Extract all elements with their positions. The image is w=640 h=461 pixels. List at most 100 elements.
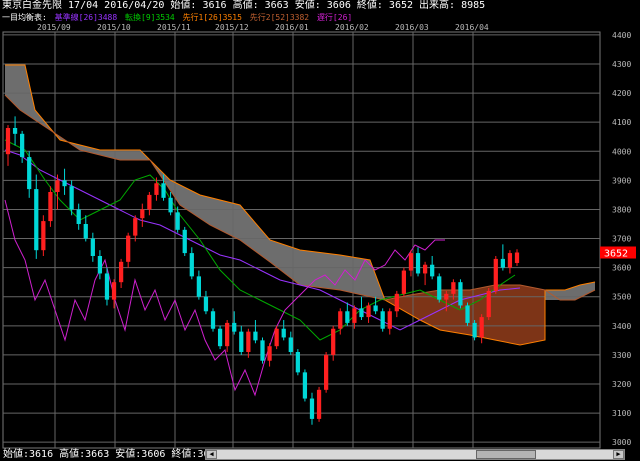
y-tick-label: 3600 bbox=[612, 264, 631, 273]
footer-low: 安値:3606 bbox=[115, 449, 166, 460]
y-tick-label: 4200 bbox=[612, 89, 631, 98]
candle-body bbox=[27, 157, 32, 190]
candle-body bbox=[415, 253, 421, 274]
header-date: 2016/04/20 bbox=[104, 0, 165, 11]
candle-body bbox=[422, 264, 428, 274]
header-close: 終値: 3652 bbox=[356, 0, 414, 11]
candle-body bbox=[401, 270, 407, 294]
candle-body bbox=[83, 224, 88, 239]
y-tick-label: 4400 bbox=[612, 31, 631, 40]
candle-body bbox=[274, 328, 279, 347]
candle-body bbox=[359, 308, 364, 318]
candle-body bbox=[295, 352, 300, 373]
candle-body bbox=[366, 305, 371, 318]
chart-scrollbar[interactable]: ◀ ▶ bbox=[205, 449, 625, 460]
candle-body bbox=[90, 238, 95, 256]
candle-body bbox=[324, 354, 329, 390]
candle-body bbox=[133, 218, 138, 236]
candle-body bbox=[76, 209, 81, 224]
price-tag-label: 3652 bbox=[604, 249, 628, 260]
candle-body bbox=[189, 253, 194, 277]
candle-body bbox=[331, 328, 336, 355]
candle-body bbox=[387, 311, 392, 329]
candle-body bbox=[5, 128, 11, 155]
candle-body bbox=[253, 331, 258, 341]
candle-body bbox=[168, 197, 173, 213]
y-tick-label: 3000 bbox=[612, 438, 631, 447]
legend-chikou: 遅行[26] bbox=[316, 13, 353, 22]
y-tick-label: 3100 bbox=[612, 409, 631, 418]
candle-body bbox=[225, 322, 230, 347]
header-volume: 出来高: 8985 bbox=[419, 0, 486, 11]
candle-body bbox=[514, 252, 520, 263]
header-high: 高値: 3663 bbox=[232, 0, 289, 11]
candle-body bbox=[394, 293, 399, 312]
candle-body bbox=[239, 331, 244, 352]
candle-body bbox=[451, 282, 456, 294]
header-open: 始値: 3616 bbox=[170, 0, 227, 11]
legend-kijun: 基準線[26]3488 bbox=[54, 13, 118, 22]
candle-body bbox=[267, 346, 272, 361]
candle-body bbox=[493, 258, 498, 291]
x-tick-label: 2015/12 bbox=[215, 23, 249, 32]
candle-body bbox=[147, 194, 152, 210]
y-tick-label: 3900 bbox=[612, 176, 631, 185]
contract-month: 17/04 bbox=[68, 0, 99, 11]
candle-body bbox=[34, 189, 39, 251]
candle-body bbox=[507, 253, 513, 268]
candle-body bbox=[408, 253, 414, 271]
candle-body bbox=[444, 293, 449, 300]
y-tick-label: 3400 bbox=[612, 322, 631, 331]
candle-body bbox=[118, 261, 124, 283]
x-tick-label: 2016/04 bbox=[455, 23, 489, 32]
x-tick-label: 2015/10 bbox=[97, 23, 131, 32]
candle-body bbox=[140, 209, 145, 219]
candle-body bbox=[281, 328, 286, 338]
candle-body bbox=[154, 183, 159, 195]
candle-body bbox=[465, 305, 470, 323]
indicator-legend: 一目均衡表: 基準線[26]3488 転換[9]3534 先行1[26]3515… bbox=[2, 12, 355, 23]
candle-body bbox=[345, 311, 350, 323]
scroll-thumb[interactable] bbox=[476, 450, 536, 459]
scroll-right-button[interactable]: ▶ bbox=[613, 450, 624, 459]
candle-body bbox=[479, 317, 484, 338]
candle-body bbox=[217, 328, 223, 347]
candle-body bbox=[20, 133, 25, 158]
candle-body bbox=[12, 128, 18, 134]
candle-body bbox=[500, 258, 505, 268]
y-tick-label: 3800 bbox=[612, 205, 631, 214]
scroll-left-button[interactable]: ◀ bbox=[206, 450, 217, 459]
candle-body bbox=[69, 186, 74, 210]
candle-body bbox=[104, 273, 110, 300]
y-tick-label: 4300 bbox=[612, 60, 631, 69]
y-tick-label: 3200 bbox=[612, 380, 631, 389]
candle-body bbox=[232, 322, 237, 332]
candle-body bbox=[196, 276, 201, 297]
y-tick-label: 4000 bbox=[612, 147, 631, 156]
x-tick-label: 2015/11 bbox=[157, 23, 191, 32]
candle-body bbox=[126, 235, 131, 262]
candle-body bbox=[97, 256, 103, 274]
header-low: 安値: 3606 bbox=[294, 0, 351, 11]
candle-body bbox=[111, 282, 117, 300]
candle-body bbox=[210, 311, 216, 329]
candle-body bbox=[182, 229, 187, 254]
legend-tenkan: 転換[9]3534 bbox=[125, 13, 175, 22]
x-tick-label: 2016/02 bbox=[335, 23, 369, 32]
footer-bar: 始値:3616 高値:3663 安値:3606 終値:3652 bbox=[3, 449, 222, 461]
candle-body bbox=[161, 183, 166, 198]
candle-body bbox=[41, 221, 46, 251]
legend-senko1: 先行1[26]3515 bbox=[182, 13, 242, 22]
x-tick-label: 2015/09 bbox=[37, 23, 71, 32]
x-tick-label: 2016/01 bbox=[275, 23, 309, 32]
candlestick-chart: 2015/09 2015/10 2015/11 2015/12 2016/01 2016/… bbox=[0, 0, 640, 461]
y-axis-labels: 4400 4300 4200 4100 4000 3900 3800 3700 3600 3500… bbox=[612, 31, 631, 447]
candle-body bbox=[48, 192, 53, 222]
candle-body bbox=[288, 337, 293, 352]
y-tick-label: 3500 bbox=[612, 293, 631, 302]
candle-body bbox=[302, 372, 308, 399]
candle-body bbox=[437, 276, 442, 300]
candle-body bbox=[309, 398, 315, 419]
x-tick-label: 2016/03 bbox=[395, 23, 429, 32]
instrument-title: 東京白金先限 bbox=[2, 0, 62, 11]
